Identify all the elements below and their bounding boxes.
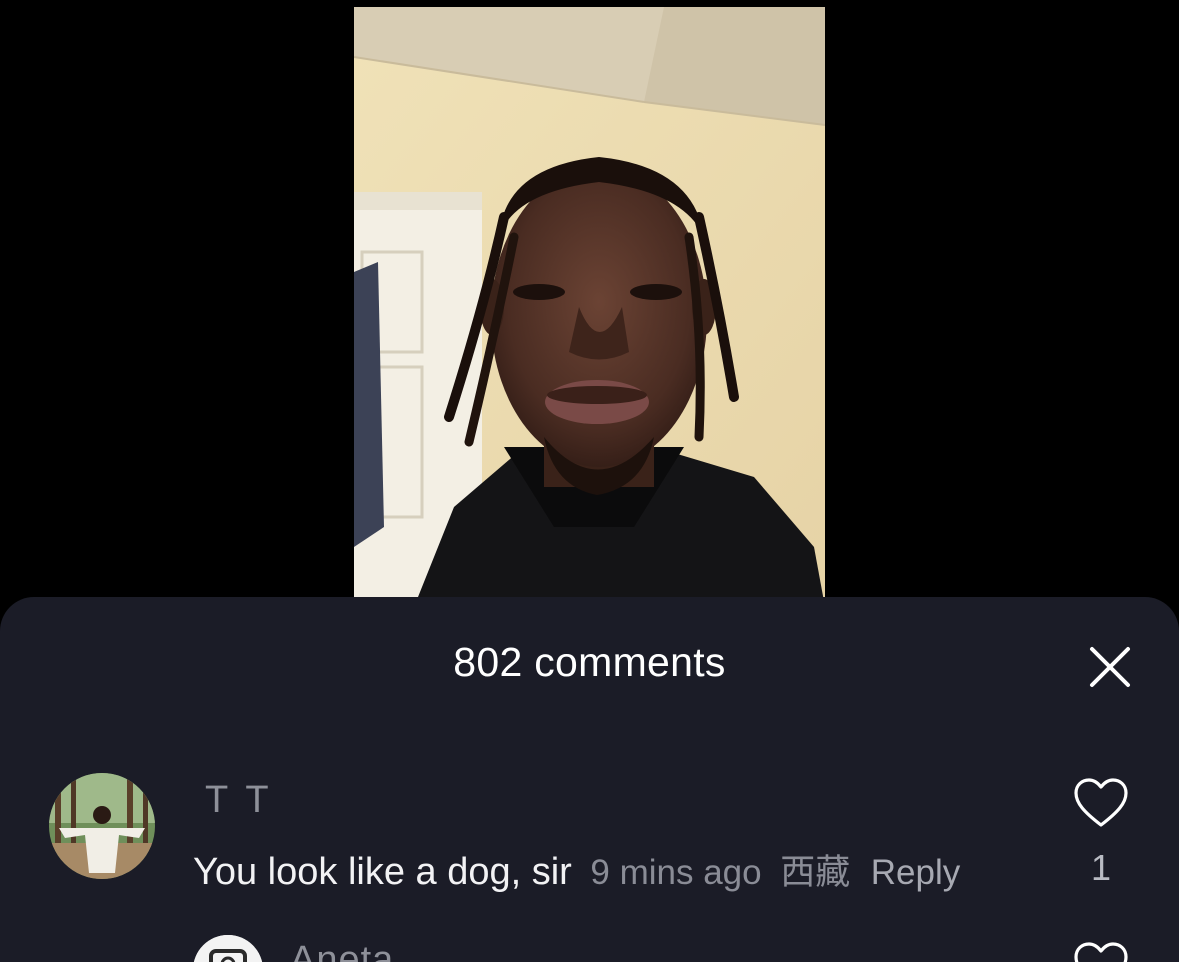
reply-button[interactable]: Reply	[871, 853, 960, 892]
comment-time: 9 mins ago	[590, 853, 762, 892]
heart-outline-icon	[1074, 778, 1128, 827]
like-count: 1	[1090, 847, 1112, 888]
avatar[interactable]	[49, 773, 155, 879]
comment-author[interactable]: Aneta	[290, 939, 394, 962]
comment-body: You look like a dog, sir 9 mins ago 西藏 R…	[193, 844, 960, 895]
comment-author[interactable]: T T	[205, 779, 273, 822]
avatar[interactable]	[193, 935, 263, 962]
comment-text: You look like a dog, sir	[193, 851, 572, 893]
comment-location: 西藏	[780, 853, 851, 892]
comments-sheet: 802 comments T T You look like a dog, si…	[0, 597, 1179, 962]
heart-outline-icon	[1074, 942, 1128, 962]
comment-item: Aneta	[0, 927, 1179, 962]
video-frame-image	[354, 7, 825, 607]
comment-item: T T You look like a dog, sir 9 mins ago …	[0, 597, 1179, 927]
avatar-image	[49, 773, 155, 879]
screen: 802 comments T T You look like a dog, si…	[0, 0, 1179, 962]
like-button[interactable]	[1072, 941, 1130, 962]
video-player[interactable]	[354, 7, 825, 607]
like-button[interactable]	[1072, 777, 1130, 829]
avatar-placeholder-icon	[193, 935, 263, 962]
